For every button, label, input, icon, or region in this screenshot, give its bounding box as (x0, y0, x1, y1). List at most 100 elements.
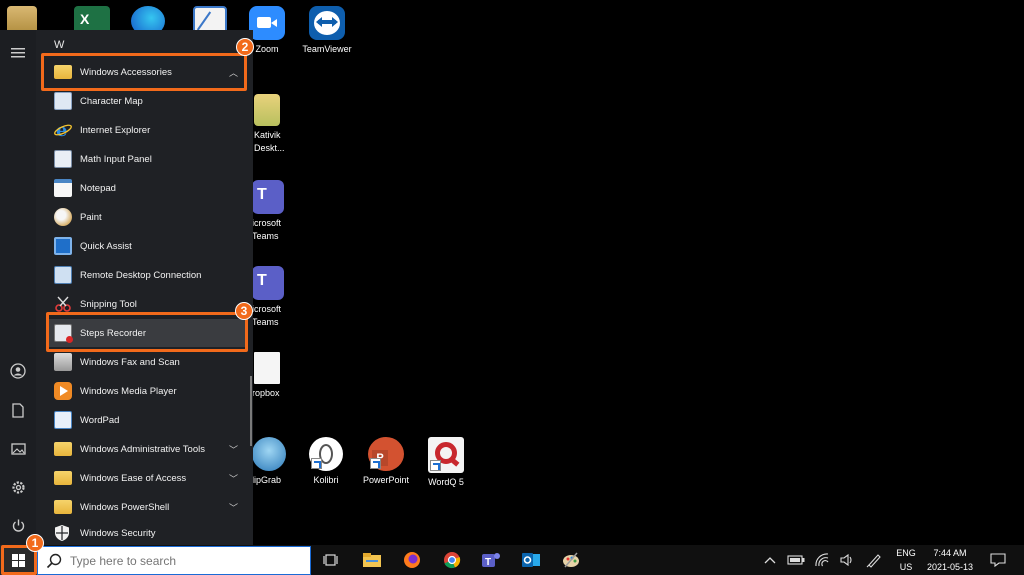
task-view-icon[interactable] (321, 551, 341, 569)
pictures-icon[interactable] (9, 440, 27, 458)
internet-explorer-icon: e (54, 120, 72, 141)
chevron-down-icon: ﹀ (228, 502, 238, 513)
item-label: WordPad (80, 414, 120, 426)
chevron-up-icon[interactable] (760, 551, 780, 569)
app-notepad[interactable]: Notepad (48, 174, 248, 202)
language-indicator[interactable]: ENG US (894, 545, 918, 575)
teams-taskbar-icon[interactable]: T (481, 551, 501, 569)
desktop-icon-teams-1[interactable]: T icrosoft Teams (248, 180, 292, 243)
item-label: Quick Assist (80, 240, 132, 252)
documents-icon[interactable] (9, 401, 27, 419)
desktop-icon-label: Kolibri (313, 475, 339, 485)
app-windows-security[interactable]: Windows Security (48, 519, 248, 547)
outlook-icon[interactable] (521, 551, 541, 569)
folder-icon (254, 94, 280, 126)
desktop-icon-label: TeamViewer (302, 44, 352, 54)
desktop-icon-teamviewer[interactable]: TeamViewer (297, 6, 357, 56)
item-label: Windows Administrative Tools (80, 443, 205, 455)
remote-desktop-icon (54, 266, 72, 284)
teamviewer-icon (309, 6, 345, 40)
notification-center-icon[interactable] (988, 551, 1008, 569)
user-account-icon[interactable] (9, 362, 27, 380)
kolibri-icon (309, 437, 343, 471)
clock[interactable]: 7:44 AM 2021-05-13 (924, 545, 976, 575)
item-label: Remote Desktop Connection (80, 269, 202, 281)
item-label: Notepad (80, 182, 116, 194)
file-explorer-icon[interactable] (362, 551, 382, 569)
taskbar-search-box[interactable] (37, 546, 311, 575)
settings-gear-icon[interactable] (9, 478, 27, 496)
app-windows-media-player[interactable]: Windows Media Player (48, 377, 248, 405)
app-list-scrollbar[interactable] (250, 376, 252, 446)
desktop-icon-clipgrab[interactable]: lipGrab (248, 437, 292, 487)
desktop-icon-label: PowerPoint (362, 475, 410, 485)
fax-scan-icon (54, 353, 72, 371)
desktop-icon-label: Zoom (255, 44, 279, 54)
desktop-icon-label: WordQ 5 (428, 477, 464, 487)
item-label: Math Input Panel (80, 153, 152, 165)
wordq-icon (428, 437, 464, 473)
search-input[interactable] (70, 553, 290, 568)
clock-time: 7:44 AM (933, 548, 967, 558)
media-player-icon (54, 382, 72, 400)
item-label: Windows Security (80, 527, 156, 539)
firefox-icon[interactable] (402, 551, 422, 569)
app-remote-desktop-connection[interactable]: Remote Desktop Connection (48, 261, 248, 289)
item-label: Paint (80, 211, 102, 223)
hamburger-menu-icon[interactable] (9, 44, 27, 62)
shield-icon (54, 524, 72, 542)
battery-icon[interactable] (786, 551, 806, 569)
shortcut-arrow-icon (370, 458, 381, 469)
app-paint[interactable]: Paint (48, 203, 248, 231)
app-list: W Windows Accessories ︿ Character Map e … (38, 30, 253, 545)
section-letter[interactable]: W (54, 39, 64, 51)
desktop-icon-teams-2[interactable]: T icrosoft Teams (248, 266, 292, 329)
teams-icon: T (252, 180, 284, 214)
app-internet-explorer[interactable]: e Internet Explorer (48, 116, 248, 144)
app-math-input-panel[interactable]: Math Input Panel (48, 145, 248, 173)
app-windows-fax-and-scan[interactable]: Windows Fax and Scan (48, 348, 248, 376)
folder-icon (54, 471, 72, 485)
volume-icon[interactable] (837, 551, 857, 569)
power-icon[interactable] (9, 516, 27, 534)
folder-windows-administrative-tools[interactable]: Windows Administrative Tools ﹀ (48, 435, 248, 463)
desktop-icon-label: lipGrab (252, 475, 282, 485)
pen-workspace-icon[interactable] (864, 551, 884, 569)
chevron-down-icon: ﹀ (228, 444, 238, 455)
desktop-icon-kolibri[interactable]: Kolibri (296, 437, 356, 487)
folder-windows-powershell[interactable]: Windows PowerShell ﹀ (48, 493, 248, 521)
paint-taskbar-icon[interactable] (561, 551, 581, 569)
app-character-map[interactable]: Character Map (48, 87, 248, 115)
wifi-icon[interactable] (812, 551, 832, 569)
wordpad-icon (54, 411, 72, 429)
quick-assist-icon (54, 237, 72, 255)
item-label: Windows Fax and Scan (80, 356, 180, 368)
math-input-panel-icon (54, 150, 72, 168)
paint-icon (54, 208, 72, 226)
shortcut-arrow-icon (430, 460, 441, 471)
app-quick-assist[interactable]: Quick Assist (48, 232, 248, 260)
folder-icon (54, 442, 72, 456)
chevron-down-icon: ﹀ (228, 473, 238, 484)
highlight-windows-accessories (41, 53, 247, 91)
folder-icon (54, 500, 72, 514)
powerpoint-icon: P (368, 437, 404, 471)
shortcut-arrow-icon (311, 458, 322, 469)
item-label: Internet Explorer (80, 124, 151, 136)
chrome-icon[interactable] (442, 551, 462, 569)
desktop-icon-kativik[interactable]: Kativik Deskt... (248, 94, 292, 155)
desktop-icon-label: Kativik Deskt... (254, 130, 285, 153)
desktop-icon-wordq[interactable]: WordQ 5 (416, 437, 476, 489)
folder-windows-ease-of-access[interactable]: Windows Ease of Access ﹀ (48, 464, 248, 492)
item-label: Snipping Tool (80, 298, 137, 310)
desktop-icon-label: icrosoft Teams (252, 304, 282, 327)
zoom-icon (249, 6, 285, 40)
desktop-icon-powerpoint[interactable]: P PowerPoint (356, 437, 416, 487)
document-icon (254, 352, 280, 384)
svg-text:T: T (485, 557, 491, 568)
snipping-tool-icon (54, 295, 72, 313)
desktop-icon-dropbox[interactable]: ropbox (248, 352, 292, 400)
callout-badge-3: 3 (235, 302, 253, 320)
app-wordpad[interactable]: WordPad (48, 406, 248, 434)
start-menu-rail (0, 30, 36, 545)
